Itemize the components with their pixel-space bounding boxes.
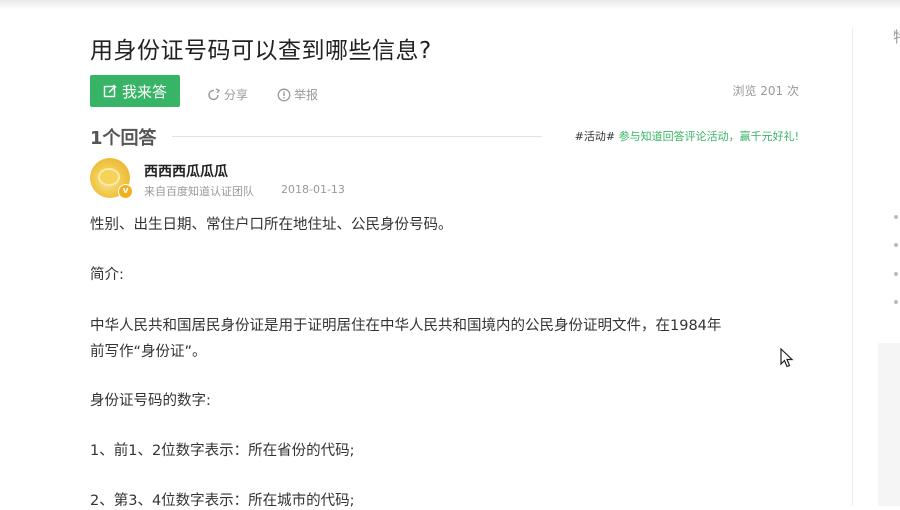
answer-button-label: 我来答 xyxy=(121,82,167,101)
sidebar-heading: 特 xyxy=(893,26,900,47)
verified-badge: v xyxy=(118,184,133,199)
share-label: 分享 xyxy=(224,88,249,102)
answer-paragraph: 中华人民共和国居民身份证是用于证明居住在中华人民共和国境内的公民身份证明文件，在… xyxy=(90,318,722,334)
sidebar-bullet xyxy=(894,215,898,219)
sidebar-bullet xyxy=(894,272,898,276)
answer-paragraph: 1、前1、2位数字表示：所在省份的代码; xyxy=(90,443,355,459)
divider xyxy=(172,136,542,137)
edit-icon xyxy=(103,84,117,98)
report-label: 举报 xyxy=(294,88,319,102)
activity-tag: #活动# xyxy=(574,130,616,143)
question-title: 用身份证号码可以查到哪些信息? xyxy=(90,38,432,64)
answer-paragraph: 身份证号码的数字: xyxy=(90,393,211,409)
answer-paragraph: 简介: xyxy=(90,267,124,283)
answer-button[interactable]: 我来答 xyxy=(90,75,180,107)
activity-link[interactable]: 参与知道回答评论活动，赢千元好礼! xyxy=(619,130,799,143)
answer-paragraph: 前写作“身份证”。 xyxy=(90,344,207,360)
activity-banner[interactable]: #活动# 参与知道回答评论活动，赢千元好礼! xyxy=(575,128,799,144)
warning-icon xyxy=(277,88,291,101)
answer-count: 1个回答 xyxy=(90,128,157,149)
answer-paragraph: 性别、出生日期、常住户口所在地住址、公民身份号码。 xyxy=(90,217,453,233)
answer-paragraph: 2、第3、4位数字表示：所在城市的代码; xyxy=(90,493,355,509)
answerer-name[interactable]: 西西西瓜瓜瓜 xyxy=(144,161,228,181)
avatar[interactable]: v xyxy=(90,158,133,199)
answer-source: 来自百度知道认证团队 xyxy=(144,185,254,198)
share-icon xyxy=(208,87,221,100)
sidebar-bullet xyxy=(894,300,898,304)
sidebar-divider xyxy=(852,27,853,506)
share-button[interactable]: 分享 xyxy=(207,86,248,103)
view-count: 浏览 201 次 xyxy=(732,84,799,98)
avatar-image xyxy=(98,168,120,186)
report-button[interactable]: 举报 xyxy=(277,86,318,103)
mouse-cursor-icon xyxy=(780,348,794,368)
answer-date: 2018-01-13 xyxy=(281,183,345,196)
sidebar-bullet xyxy=(894,243,898,247)
question-main: 用身份证号码可以查到哪些信息? 我来答 分享 举报 浏览 201 次 1个回答 … xyxy=(90,0,805,509)
sidebar-panel xyxy=(878,343,900,506)
